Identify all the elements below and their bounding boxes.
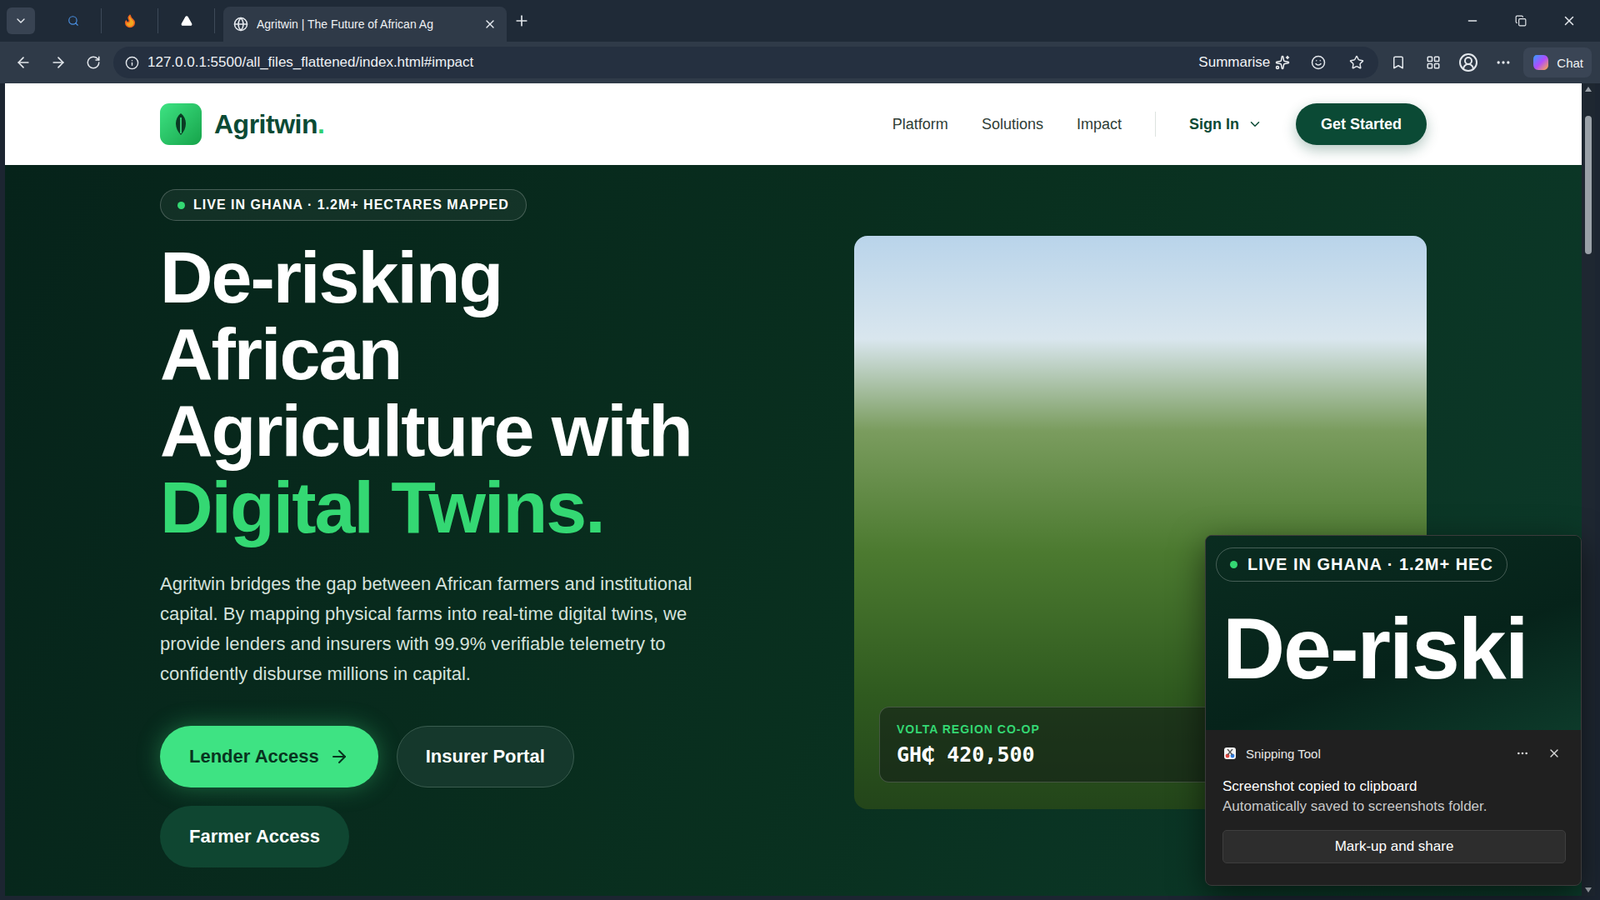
more-icon (1515, 746, 1530, 760)
scrollbar-thumb[interactable] (1585, 115, 1592, 255)
globe-icon (233, 16, 249, 32)
tab-actions-button[interactable] (6, 7, 35, 35)
minimize-button[interactable] (1448, 0, 1497, 42)
notification-message: Automatically saved to screenshots folde… (1222, 798, 1566, 815)
pinned-tab[interactable] (158, 8, 215, 34)
favorites-button[interactable] (1383, 47, 1414, 78)
plus-icon (513, 12, 530, 30)
reload-icon (85, 55, 101, 70)
nav-divider (1155, 111, 1156, 137)
chevron-down-icon (14, 14, 28, 28)
browser-window: Agritwin | The Future of African Ag 127.0… (0, 0, 1600, 900)
forward-arrow-icon (50, 54, 67, 71)
browser-tab[interactable]: Agritwin | The Future of African Ag (223, 6, 507, 42)
scroll-down-icon[interactable] (1585, 887, 1592, 893)
nav-link[interactable]: Solutions (981, 115, 1044, 134)
snipping-notification: LIVE IN GHANA · 1.2M+ HEC De-riski Snippin… (1205, 535, 1582, 886)
browser-toolbar: 127.0.0.1:5500/all_files_flattened/index… (0, 41, 1600, 84)
restore-button[interactable] (1496, 0, 1545, 42)
favorite-button[interactable] (1341, 47, 1372, 78)
back-arrow-icon (15, 54, 32, 71)
notification-close-button[interactable] (1542, 741, 1566, 765)
hero-button[interactable]: Lender Access (160, 725, 379, 788)
hero-button[interactable]: Farmer Access (160, 805, 350, 868)
minimize-icon (1465, 14, 1480, 28)
url-text: 127.0.0.1:5500/all_files_flattened/index… (147, 54, 1185, 71)
notification-more-button[interactable] (1510, 741, 1535, 765)
arrow-right-icon (329, 746, 350, 767)
brand[interactable]: Agritwin. (160, 103, 325, 145)
summarise-icon (1275, 55, 1290, 70)
live-dot (1230, 560, 1238, 569)
flame-icon (122, 13, 138, 29)
hero-buttons: Lender Access Insurer Portal Farmer Access (160, 725, 627, 868)
preview-headline: De-riski (1215, 603, 1571, 694)
summarise-button[interactable]: Summarise (1193, 54, 1295, 71)
get-started-button[interactable]: Get Started (1295, 103, 1427, 145)
tab-title: Agritwin | The Future of African Ag (256, 17, 475, 31)
pinned-tab[interactable] (101, 8, 159, 34)
nav-link[interactable]: Impact (1076, 115, 1122, 134)
collections-button[interactable] (1418, 47, 1449, 78)
notification-title: Screenshot copied to clipboard (1222, 778, 1566, 795)
copilot-icon (1531, 53, 1550, 72)
triangle-icon (180, 15, 193, 27)
scrollbar[interactable] (1581, 83, 1595, 896)
notification-header: Snipping Tool (1222, 740, 1566, 767)
agritwin-logo-icon (160, 103, 202, 145)
profile-button[interactable] (1453, 47, 1484, 78)
hero-description: Agritwin bridges the gap between African… (160, 569, 739, 690)
close-tab-icon[interactable] (483, 17, 497, 31)
scroll-up-icon[interactable] (1585, 86, 1592, 92)
search-icon (67, 15, 80, 27)
preview-badge: LIVE IN GHANA · 1.2M+ HEC (1215, 547, 1508, 582)
restore-icon (1515, 15, 1527, 27)
smile-icon (1310, 55, 1326, 70)
more-icon (1495, 54, 1512, 71)
hero-button[interactable]: Insurer Portal (396, 725, 575, 788)
screenshot-preview[interactable]: LIVE IN GHANA · 1.2M+ HEC De-riski (1205, 535, 1581, 730)
star-icon (1349, 55, 1365, 70)
chevron-down-icon (1247, 116, 1263, 132)
emoji-button[interactable] (1303, 47, 1334, 78)
brand-name: Agritwin. (214, 109, 325, 140)
app-name: Snipping Tool (1245, 746, 1321, 761)
copilot-chat-button[interactable]: Chat (1523, 47, 1592, 78)
reload-button[interactable] (78, 47, 109, 78)
close-window-button[interactable] (1545, 0, 1594, 42)
more-button[interactable] (1488, 47, 1519, 78)
site-info-icon[interactable] (125, 55, 140, 70)
close-icon (1547, 746, 1561, 760)
collections-icon (1425, 55, 1441, 70)
nav-link[interactable]: Platform (892, 115, 949, 134)
pinned-tab[interactable] (45, 8, 102, 34)
hero-headline: De-riskingAfricanAgriculture withDigital… (160, 239, 692, 546)
forward-button[interactable] (43, 47, 74, 78)
back-button[interactable] (8, 47, 39, 78)
tab-bar: Agritwin | The Future of African Ag (0, 0, 1600, 42)
sign-in-menu[interactable]: Sign In (1189, 115, 1263, 134)
bookmark-icon (1390, 55, 1406, 70)
live-dot (177, 201, 185, 210)
address-bar[interactable]: 127.0.0.1:5500/all_files_flattened/index… (113, 46, 1379, 79)
markup-share-button[interactable]: Mark-up and share (1222, 830, 1566, 864)
site-nav: Agritwin. Platform Solutions Impact Sign In G… (5, 83, 1582, 165)
live-badge: LIVE IN GHANA · 1.2M+ HECTARES MAPPED (160, 189, 527, 221)
snipping-tool-icon (1222, 745, 1238, 761)
new-tab-button[interactable] (506, 5, 537, 36)
profile-icon (1458, 52, 1479, 73)
close-icon (1561, 13, 1577, 29)
